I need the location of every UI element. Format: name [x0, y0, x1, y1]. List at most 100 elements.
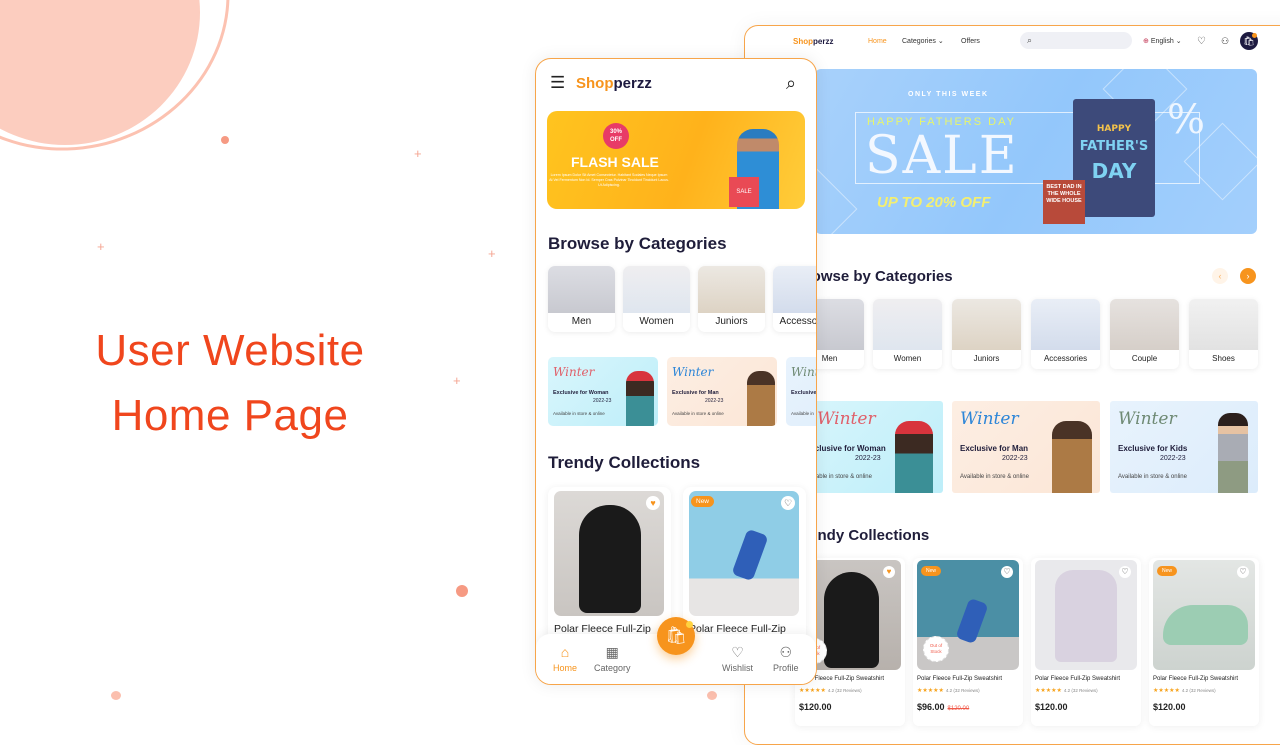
- search-input[interactable]: ⌕: [1020, 32, 1132, 49]
- brand-logo[interactable]: Shop perzz: [576, 75, 652, 92]
- heart-filled-icon[interactable]: ♥: [646, 496, 660, 510]
- product-card[interactable]: New ♡ Polar Fleece Full-Zip: [683, 487, 806, 647]
- heart-outline-icon[interactable]: ♡: [1237, 566, 1249, 578]
- tab-profile[interactable]: ⚇ Profile: [773, 644, 799, 673]
- category-card-women[interactable]: Women: [623, 266, 690, 332]
- category-card-women[interactable]: Women: [873, 299, 942, 369]
- product-price: $120.00: [799, 702, 832, 712]
- old-price: $120.00: [947, 706, 970, 712]
- banner-body: Lorem Ipsum Dolor Sit Amet Consectetur. …: [549, 173, 669, 187]
- category-card-juniors[interactable]: Juniors: [698, 266, 765, 332]
- promo-card-kids[interactable]: Winter Exclusive Available in: [786, 357, 816, 426]
- sparkle-icon: +: [97, 239, 105, 254]
- sneaker-figure: [1163, 605, 1248, 645]
- tab-category[interactable]: ▦ Category: [594, 644, 631, 673]
- wishlist-icon[interactable]: ♡: [1197, 36, 1206, 47]
- percent-glyph: %: [1167, 97, 1206, 143]
- sparkle-icon: +: [453, 373, 461, 388]
- category-image: [548, 266, 615, 313]
- promo-card-man[interactable]: Winter Exclusive for Man 2022-23 Availab…: [667, 357, 777, 426]
- dress-figure: [824, 572, 879, 668]
- new-badge: New: [691, 496, 715, 507]
- cart-button[interactable]: 🛍: [1240, 32, 1258, 50]
- category-image: [1189, 299, 1258, 350]
- decor-ring: [0, 0, 258, 181]
- home-icon: ⌂: [560, 644, 570, 660]
- banner-sale: SALE: [865, 126, 1019, 186]
- heart-outline-icon[interactable]: ♡: [1119, 566, 1131, 578]
- language-select[interactable]: ⊕ English ⌄: [1143, 37, 1182, 45]
- category-card-accessories[interactable]: Accessories: [1031, 299, 1100, 369]
- shoe-figure: [731, 528, 769, 582]
- product-card[interactable]: ♡ Polar Fleece Full-Zip Sweatshirt ★★★★★…: [1031, 558, 1141, 726]
- desktop-navbar: Shop perzz Home Categories ⌄ Offers ⌕ ⊕ E…: [745, 26, 1280, 56]
- model-image: [1052, 421, 1092, 493]
- decor-dot: [221, 136, 229, 144]
- rating: ★★★★★ 4.2 (32 Reviews): [1035, 688, 1098, 694]
- promo-card-kids[interactable]: Winter Exclusive for Kids 2022-23 Availa…: [1110, 401, 1258, 493]
- model-image: [895, 421, 933, 493]
- fathers-day-banner[interactable]: ONLY THIS WEEK HAPPY FATHERS DAY SALE UP…: [815, 69, 1257, 234]
- product-card[interactable]: New ♡ Out of Stock Polar Fleece Full-Zip…: [913, 558, 1023, 726]
- category-image: [1031, 299, 1100, 350]
- tab-wishlist[interactable]: ♡ Wishlist: [722, 644, 753, 673]
- model-image: [1218, 413, 1248, 493]
- product-price: $120.00: [1035, 702, 1068, 712]
- banner-eyebrow: ONLY THIS WEEK: [908, 91, 989, 98]
- user-icon: ⚇: [779, 644, 793, 660]
- flash-sale-banner[interactable]: 30% OFF FLASH SALE Lorem Ipsum Dolor Sit …: [547, 111, 805, 209]
- promo-card-woman[interactable]: Winter Exclusive for Woman 2022-23 Avail…: [795, 401, 943, 493]
- best-dad-tag: BEST DAD IN THE WHOLE WIDE HOUSE: [1043, 180, 1085, 224]
- bag-icon: 🛍: [665, 626, 687, 645]
- product-price: $120.00: [1153, 702, 1186, 712]
- new-badge: New: [1157, 566, 1178, 576]
- category-card-shoes[interactable]: Shoes: [1189, 299, 1258, 369]
- hero-title-line-2: Home Page: [111, 391, 349, 440]
- sparkle-icon: +: [414, 146, 422, 161]
- nav-home-link[interactable]: Home: [868, 38, 887, 45]
- promo-card-woman[interactable]: Winter Exclusive for Woman 2022-23 Avail…: [548, 357, 658, 426]
- hamburger-menu-icon[interactable]: ☰: [550, 73, 565, 93]
- category-card-couple[interactable]: Couple: [1110, 299, 1179, 369]
- category-image: [873, 299, 942, 350]
- carousel-next-button[interactable]: ›: [1240, 268, 1256, 284]
- category-image: [773, 266, 816, 313]
- desktop-preview: Shop perzz Home Categories ⌄ Offers ⌕ ⊕ E…: [744, 25, 1280, 745]
- product-card[interactable]: New ♡ Polar Fleece Full-Zip Sweatshirt ★…: [1149, 558, 1259, 726]
- heart-filled-icon[interactable]: ♥: [883, 566, 895, 578]
- product-card[interactable]: ♥ Polar Fleece Full-Zip: [548, 487, 671, 647]
- search-icon: ⌕: [1027, 35, 1033, 45]
- rating: ★★★★★ 4.2 (32 Reviews): [1153, 688, 1216, 694]
- category-card-accessories[interactable]: Accessories: [773, 266, 816, 332]
- rating: ★★★★★ 4.2 (32 Reviews): [799, 688, 862, 694]
- decor-diamond: [815, 166, 858, 234]
- search-icon[interactable]: ⌕: [786, 73, 796, 94]
- hoodie-figure: [1055, 570, 1117, 662]
- user-icon[interactable]: ⚇: [1221, 36, 1229, 47]
- rating: ★★★★★ 4.2 (32 Reviews): [917, 688, 980, 694]
- sparkle-icon: +: [488, 246, 496, 261]
- decor-dot: [707, 691, 717, 700]
- tab-home[interactable]: ⌂ Home: [553, 644, 577, 673]
- gift-bag-image: HAPPY FATHER'S DAY: [1073, 99, 1155, 217]
- category-image: [952, 299, 1021, 350]
- category-card-men[interactable]: Men: [548, 266, 615, 332]
- hero-title: User Website Home Page: [60, 318, 400, 448]
- categories-heading: Browse by Categories: [548, 234, 727, 253]
- category-card-juniors[interactable]: Juniors: [952, 299, 1021, 369]
- carousel-prev-button[interactable]: ‹: [1212, 268, 1228, 284]
- globe-icon: ⊕: [1143, 38, 1149, 45]
- brand-logo[interactable]: Shop perzz: [793, 37, 833, 46]
- product-image: [554, 491, 664, 616]
- heart-outline-icon[interactable]: ♡: [781, 496, 795, 510]
- nav-offers-link[interactable]: Offers: [961, 38, 980, 45]
- heart-outline-icon[interactable]: ♡: [1001, 566, 1013, 578]
- collections-heading: Trendy Collections: [548, 453, 701, 472]
- grid-icon: ▦: [605, 644, 619, 660]
- promo-card-man[interactable]: Winter Exclusive for Man 2022-23 Availab…: [952, 401, 1100, 493]
- new-badge: New: [921, 566, 942, 576]
- nav-categories-link[interactable]: Categories ⌄: [902, 37, 944, 45]
- cart-fab-button[interactable]: 🛍: [657, 617, 695, 655]
- mobile-preview: ☰ Shop perzz ⌕ 30% OFF FLASH SALE Lorem Ip…: [535, 58, 817, 685]
- dress-figure: [579, 505, 641, 613]
